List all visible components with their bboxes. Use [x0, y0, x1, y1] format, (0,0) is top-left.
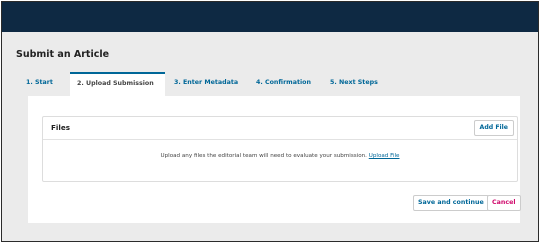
empty-files-text: Upload any files the editorial team will…: [160, 153, 367, 159]
tab-next-steps[interactable]: 5. Next Steps: [323, 72, 385, 96]
tab-upload-submission[interactable]: 2. Upload Submission: [70, 72, 165, 96]
files-grid-header: Files Add File: [43, 117, 517, 140]
upload-file-link[interactable]: Upload File: [369, 153, 400, 159]
app-window: Submit an Article 1. Start 2. Upload Sub…: [1, 1, 539, 242]
page-title: Submit an Article: [16, 49, 110, 60]
top-navigation-bar: [2, 2, 538, 32]
upload-panel: Files Add File Upload any files the edit…: [28, 96, 521, 223]
files-grid: Files Add File Upload any files the edit…: [42, 116, 518, 182]
save-and-continue-button[interactable]: Save and continue: [413, 195, 489, 211]
empty-files-message: Upload any files the editorial team will…: [43, 153, 517, 159]
files-title: Files: [51, 123, 70, 132]
tab-start[interactable]: 1. Start: [19, 72, 60, 96]
cancel-button[interactable]: Cancel: [487, 195, 521, 211]
tab-enter-metadata[interactable]: 3. Enter Metadata: [167, 72, 245, 96]
tab-confirmation[interactable]: 4. Confirmation: [249, 72, 318, 96]
add-file-button[interactable]: Add File: [473, 120, 514, 136]
